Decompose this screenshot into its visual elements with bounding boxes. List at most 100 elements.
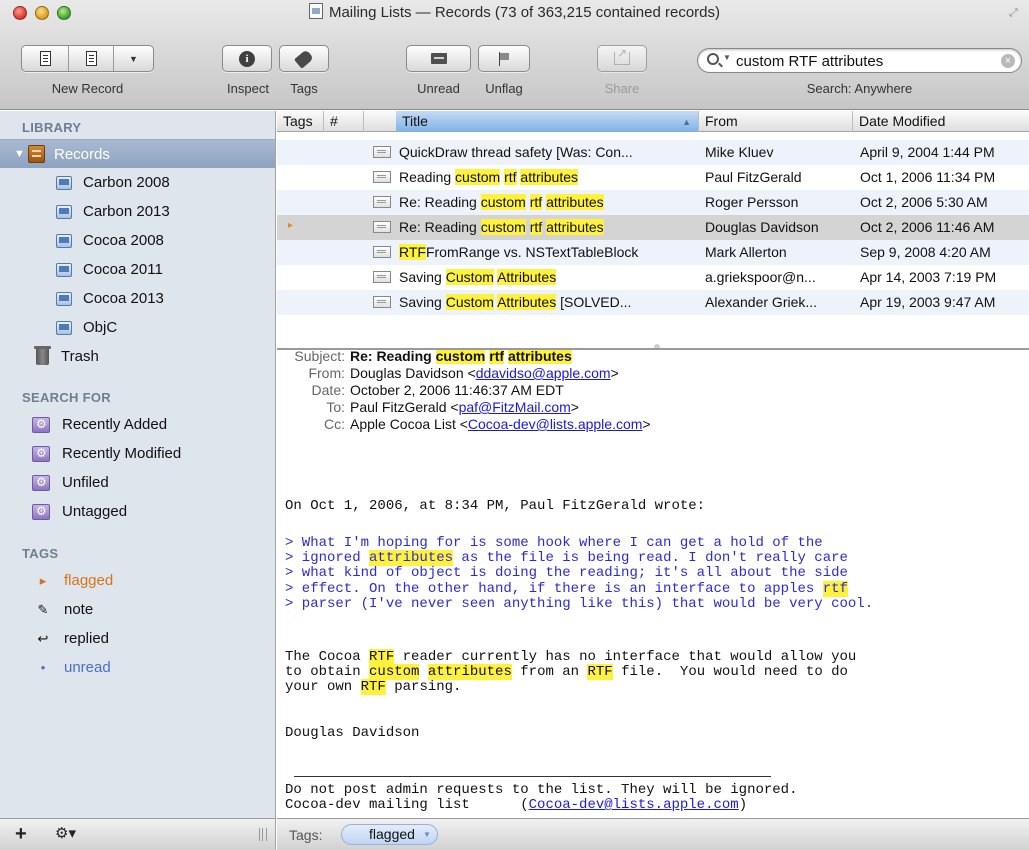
add-icon[interactable]: + [15, 823, 27, 846]
sidebar-item-untagged[interactable]: Untagged [0, 497, 275, 526]
sidebar-item-recently-modified[interactable]: Recently Modified [0, 439, 275, 468]
new-plain-record-button[interactable] [68, 46, 113, 71]
search-input[interactable] [736, 52, 996, 70]
signature-divider [294, 776, 771, 777]
gear-icon[interactable]: ⚙▾ [55, 824, 76, 842]
table-row[interactable]: RTFFromRange vs. NSTextTableBlock Mark Al… [277, 240, 1029, 265]
sidebar-item-label: Unfiled [62, 474, 109, 491]
sidebar-item-label: Cocoa 2011 [83, 261, 163, 278]
quoted-line-text: > parser (I've never seen anything like … [285, 595, 874, 612]
unread-button[interactable] [406, 45, 471, 72]
record-title: QuickDraw thread safety [Was: Con... [399, 144, 633, 160]
group-icon [56, 204, 72, 219]
sidebar-item-tag-flagged[interactable]: ▸ flagged [0, 566, 275, 595]
record-title-cell: Saving Custom Attributes [SOLVED... [373, 294, 699, 310]
search-scope-label[interactable]: Search: Anywhere [697, 81, 1022, 96]
smart-search-icon [32, 445, 50, 462]
disclosure-triangle-icon[interactable]: ▼ [14, 148, 28, 160]
table-row[interactable]: Re: Reading custom rtf attributes Roger P… [277, 190, 1029, 215]
search-highlight: rtf [504, 169, 517, 185]
clear-search-icon[interactable]: × [1001, 54, 1015, 68]
window-title-bar: Mailing Lists — Records (73 of 363,215 c… [0, 3, 1029, 21]
reply-line-text: reader currently has no interface that w… [394, 649, 857, 665]
message-subject: Re: Reading custom rtf attributes [350, 348, 572, 364]
mail-message-icon [373, 221, 391, 233]
sidebar-item-recently-added[interactable]: Recently Added [0, 410, 275, 439]
record-title: Saving Custom Attributes [399, 269, 557, 285]
table-row[interactable]: Saving Custom Attributes [SOLVED... Alexa… [277, 290, 1029, 315]
search-highlight: custom [480, 219, 526, 235]
unflag-button[interactable] [478, 45, 530, 72]
search-icon[interactable] [707, 53, 719, 65]
reply-line-text [419, 664, 427, 680]
flag-icon [497, 51, 511, 66]
record-date-cell: April 9, 2004 1:44 PM [860, 144, 995, 160]
from-label: From: [308, 365, 345, 381]
record-title-text: FromRange vs. NSTextTableBlock [425, 244, 639, 260]
sidebar-item-tag-note[interactable]: ✎ note [0, 595, 275, 624]
document-proxy-icon[interactable] [308, 3, 323, 19]
inspect-button[interactable]: i [222, 45, 272, 72]
column-header-number[interactable]: # [324, 111, 364, 132]
record-date-cell: Sep 9, 2008 4:20 AM [860, 244, 991, 260]
sidebar-item-objc[interactable]: ObjC [0, 313, 275, 342]
new-record-segmented-button: ▼ [21, 45, 154, 72]
resize-grip-icon[interactable] [259, 828, 267, 841]
sidebar-item-unfiled[interactable]: Unfiled [0, 468, 275, 497]
sidebar-item-label: Cocoa 2008 [83, 232, 164, 249]
mail-message-icon [373, 171, 391, 183]
search-highlight: attributes [507, 348, 572, 364]
table-row[interactable]: ▸ Re: Reading custom rtf attributes Dougla… [277, 215, 1029, 240]
table-row[interactable]: QuickDraw thread safety [Was: Con... Mike… [277, 140, 1029, 165]
window-toolbar: Mailing Lists — Records (73 of 363,215 c… [0, 0, 1029, 110]
to-name: Paul FitzGerald < [350, 399, 459, 415]
sidebar-item-carbon-2008[interactable]: Carbon 2008 [0, 168, 275, 197]
new-record-menu-button[interactable]: ▼ [113, 46, 153, 71]
envelope-icon [430, 53, 447, 64]
tags-field-label: Tags: [289, 827, 323, 843]
quoted-line: > What I'm hoping for is some hook where… [285, 535, 873, 551]
sidebar-item-tag-unread[interactable]: • unread [0, 653, 275, 682]
sidebar-item-carbon-2013[interactable]: Carbon 2013 [0, 197, 275, 226]
to-email-link[interactable]: paf@FitzMail.com [459, 399, 571, 415]
share-icon [614, 46, 630, 65]
share-button[interactable] [597, 45, 647, 72]
sidebar-item-cocoa-2011[interactable]: Cocoa 2011 [0, 255, 275, 284]
sidebar-item-records[interactable]: ▼ Records [0, 139, 275, 168]
from-email-link[interactable]: ddavidso@apple.com [476, 365, 611, 381]
search-field[interactable]: ▼ × [697, 48, 1022, 73]
quoted-line-text: > effect. On the other hand, if there is… [285, 580, 823, 597]
sidebar-item-cocoa-2013[interactable]: Cocoa 2013 [0, 284, 275, 313]
tags-button[interactable] [279, 45, 329, 72]
from-name: Douglas Davidson < [350, 365, 476, 381]
sidebar-item-tag-replied[interactable]: ↩ replied [0, 624, 275, 653]
tag-token-label: flagged [369, 826, 415, 842]
quoted-line: > ignored attributes as the file is bein… [285, 550, 873, 567]
table-row[interactable]: Reading custom rtf attributes Paul FitzGe… [277, 165, 1029, 190]
column-header-from[interactable]: From [699, 111, 853, 132]
cc-email-link[interactable]: Cocoa-dev@lists.apple.com [468, 416, 643, 432]
chevron-down-icon[interactable]: ▼ [423, 825, 431, 844]
reply-line-text: your own [285, 679, 361, 696]
record-title-text: [SOLVED... [556, 294, 632, 310]
tag-token-flagged[interactable]: flagged ▼ [341, 824, 438, 845]
search-highlight: rtf [489, 348, 505, 364]
fullscreen-icon[interactable]: ⤢ [1009, 7, 1021, 19]
new-rich-record-button[interactable] [22, 46, 68, 71]
sidebar-item-cocoa-2008[interactable]: Cocoa 2008 [0, 226, 275, 255]
list-header: Tags # Title ▲ From Date Modified [277, 111, 1029, 132]
sidebar: LIBRARY ▼ Records Carbon 2008 Carbon 201… [0, 111, 276, 818]
date-row: Date: October 2, 2006 11:46:37 AM EDT [277, 382, 1029, 398]
quoted-text: > What I'm hoping for is some hook where… [285, 535, 874, 612]
table-row[interactable]: Saving Custom Attributes a.griekspoor@n..… [277, 265, 1029, 290]
column-header-date-modified[interactable]: Date Modified [853, 111, 1029, 132]
sidebar-item-trash[interactable]: Trash [0, 342, 275, 371]
search-options-chevron-icon[interactable]: ▼ [723, 53, 731, 62]
column-header-tags[interactable]: Tags [277, 111, 324, 132]
reply-intro: On Oct 1, 2006, at 8:34 PM, Paul FitzGer… [285, 498, 706, 514]
date-value: October 2, 2006 11:46:37 AM EDT [350, 382, 564, 398]
footer-email-link[interactable]: Cocoa-dev@lists.apple.com [529, 797, 739, 813]
column-header-title[interactable]: Title ▲ [396, 111, 699, 132]
search-highlight: Custom [445, 269, 494, 285]
search-highlight: RTF [587, 664, 613, 681]
